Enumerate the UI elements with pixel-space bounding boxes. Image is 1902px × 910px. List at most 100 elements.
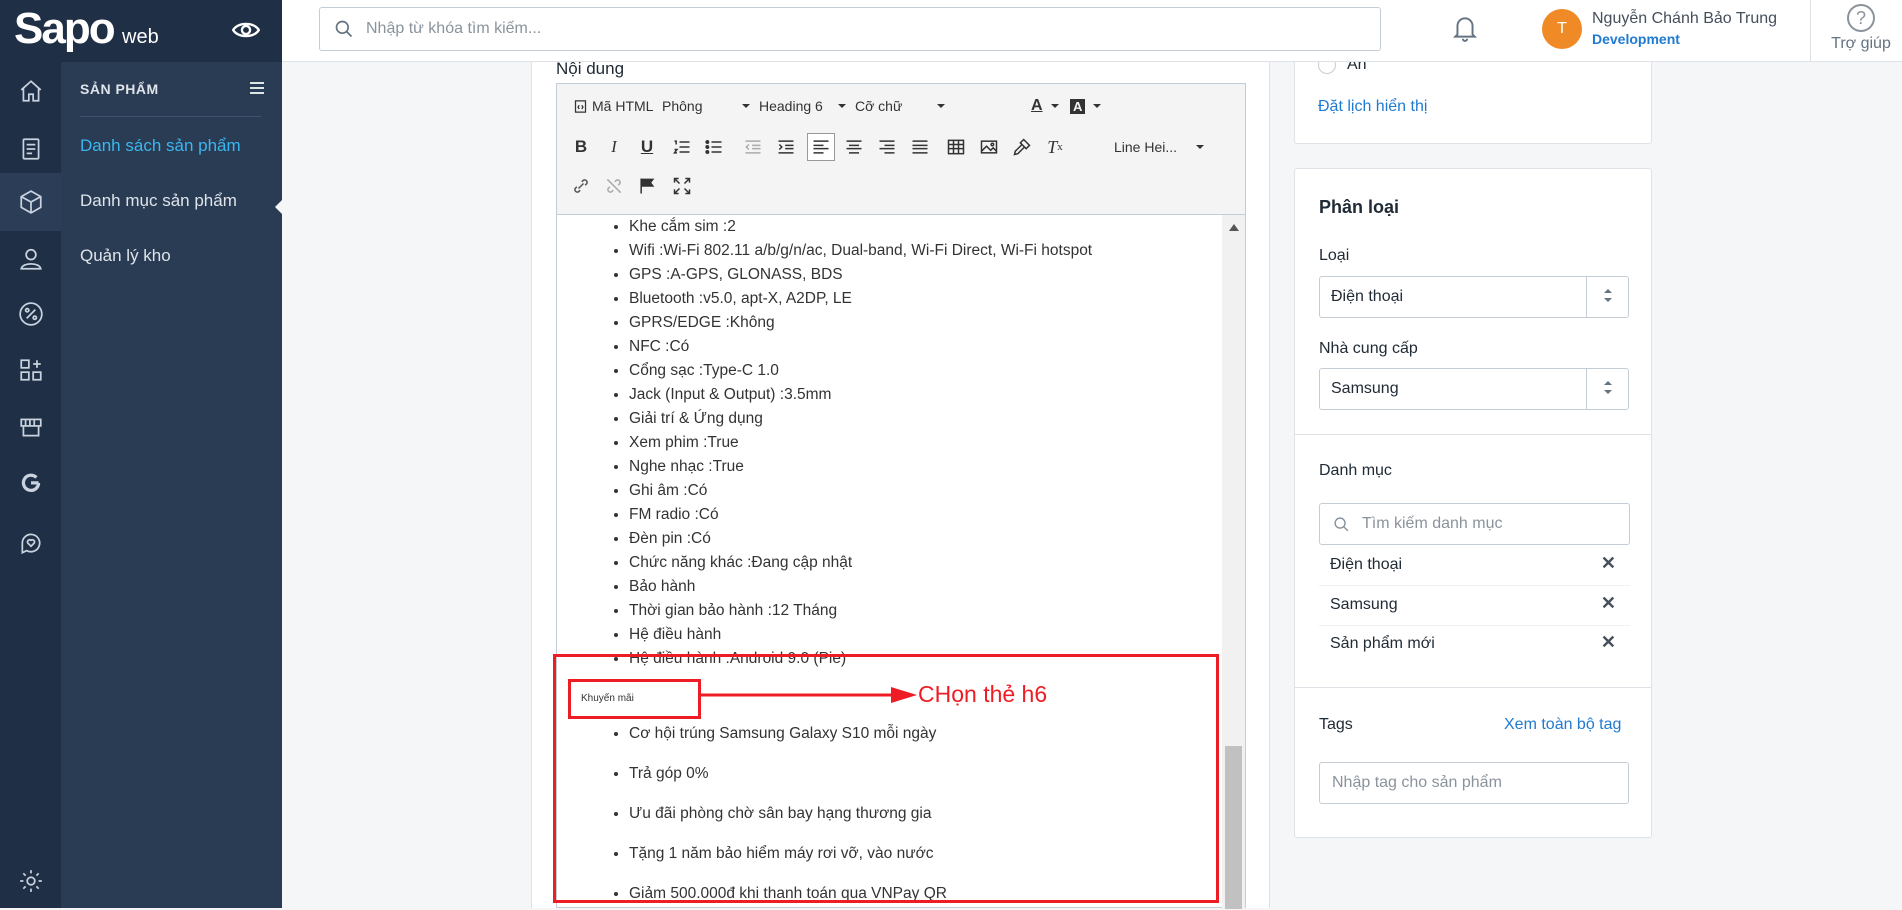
background-color-button[interactable]: A <box>1070 95 1101 117</box>
question-icon: ? <box>1847 4 1875 32</box>
tags-label: Tags <box>1319 716 1353 733</box>
font-family-dropdown[interactable]: Phông <box>662 95 750 117</box>
annotation-h6-box <box>568 679 701 719</box>
search-input[interactable] <box>366 16 1356 42</box>
bold-button[interactable]: B <box>567 133 595 161</box>
font-size-dropdown[interactable]: Cỡ chữ <box>855 95 945 117</box>
icon-rail <box>0 0 61 908</box>
help-button[interactable]: ? Trợ giúp <box>1826 4 1896 53</box>
underline-button[interactable]: U <box>633 133 661 161</box>
list-item: Thời gian bảo hành :12 Tháng <box>629 599 1092 623</box>
table-button[interactable] <box>942 133 970 161</box>
orders-icon[interactable] <box>0 120 61 178</box>
spec-list: Khe cắm sim :2 Wifi :Wi-Fi 802.11 a/b/g/… <box>629 215 1092 671</box>
list-item: Chức năng khác :Đang cập nhật <box>629 551 1092 575</box>
type-label: Loại <box>1319 247 1350 264</box>
user-icon[interactable] <box>0 230 61 288</box>
list-item: Giải trí & Ứng dụng <box>629 407 1092 431</box>
align-justify-button[interactable] <box>906 133 934 161</box>
close-icon[interactable]: ✕ <box>1601 553 1616 574</box>
list-item: Jack (Input & Output) :3.5mm <box>629 383 1092 407</box>
editor-scrollbar[interactable] <box>1222 215 1245 909</box>
list-item: Wifi :Wi-Fi 802.11 a/b/g/n/ac, Dual-band… <box>629 239 1092 263</box>
unlink-button[interactable] <box>600 172 628 200</box>
clear-format-button[interactable]: Tx <box>1041 133 1069 161</box>
bell-icon[interactable] <box>1452 14 1478 47</box>
settings-icon[interactable] <box>0 852 61 910</box>
box-icon[interactable] <box>0 173 61 231</box>
list-item: Hệ điều hành <box>629 623 1092 647</box>
ordered-list-button[interactable] <box>668 133 696 161</box>
sidebar-item-product-list[interactable]: Danh sách sản phẩm <box>80 136 241 156</box>
fullscreen-button[interactable] <box>668 172 696 200</box>
italic-button[interactable]: I <box>600 133 628 161</box>
list-item: GPRS/EDGE :Không <box>629 311 1092 335</box>
heading-dropdown[interactable]: Heading 6 <box>759 95 846 117</box>
view-all-tags-link[interactable]: Xem toàn bộ tag <box>1504 716 1621 734</box>
sidebar-item-inventory[interactable]: Quản lý kho <box>80 246 171 266</box>
google-icon[interactable] <box>0 455 61 513</box>
text-color-button[interactable]: A <box>1031 95 1059 117</box>
close-icon[interactable]: ✕ <box>1601 593 1616 614</box>
support-icon[interactable] <box>0 514 61 572</box>
list-item: Khe cắm sim :2 <box>629 215 1092 239</box>
scrollbar-thumb[interactable] <box>1225 746 1242 909</box>
schedule-link[interactable]: Đặt lịch hiển thị <box>1318 98 1427 116</box>
align-center-button[interactable] <box>840 133 868 161</box>
divider <box>1295 687 1651 688</box>
text-color-icon: A <box>1031 97 1043 114</box>
collection-chip: Samsung ✕ <box>1319 586 1630 626</box>
hamburger-icon[interactable] <box>250 82 264 97</box>
list-item: Xem phim :True <box>629 431 1092 455</box>
apps-icon[interactable] <box>0 341 61 399</box>
subnav-title: SẢN PHẨM <box>80 81 159 97</box>
global-search[interactable] <box>319 7 1381 51</box>
scroll-up-arrow[interactable] <box>1229 224 1239 231</box>
type-value: Điện thoại <box>1331 288 1404 305</box>
discount-icon[interactable] <box>0 285 61 343</box>
brand-suffix: web <box>122 26 159 48</box>
align-right-button[interactable] <box>873 133 901 161</box>
indent-button[interactable] <box>772 133 800 161</box>
collection-name: Samsung <box>1330 596 1398 613</box>
image-button[interactable] <box>975 133 1003 161</box>
store-icon[interactable] <box>0 398 61 456</box>
close-icon[interactable]: ✕ <box>1601 632 1616 653</box>
list-item: Bluetooth :v5.0, apt-X, A2DP, LE <box>629 287 1092 311</box>
eye-icon[interactable] <box>231 16 261 44</box>
font-size-value: Cỡ chữ <box>855 98 903 114</box>
collection-name: Sản phẩm mới <box>1330 635 1435 652</box>
bullet-list-button[interactable] <box>700 133 728 161</box>
align-left-button[interactable] <box>807 133 835 161</box>
outdent-button[interactable] <box>739 133 767 161</box>
list-item: Ghi âm :Có <box>629 479 1092 503</box>
help-label: Trợ giúp <box>1831 35 1891 52</box>
annotation-arrow <box>701 687 917 703</box>
html-code-button[interactable]: Mã HTML <box>573 95 653 117</box>
list-item: GPS :A-GPS, GLONASS, BDS <box>629 263 1092 287</box>
tag-input[interactable] <box>1319 762 1629 804</box>
avatar[interactable]: T <box>1542 9 1582 49</box>
search-icon <box>1334 517 1349 532</box>
format-painter-button[interactable] <box>1008 133 1036 161</box>
select-arrows-icon <box>1586 277 1628 317</box>
font-family-value: Phông <box>662 98 703 114</box>
collection-search-input[interactable] <box>1362 513 1612 535</box>
link-button[interactable] <box>567 172 595 200</box>
brand-name: Sapo <box>14 4 116 53</box>
highlight-icon: A <box>1070 98 1086 114</box>
list-item: Cổng sạc :Type-C 1.0 <box>629 359 1092 383</box>
logo[interactable]: Sapo web <box>0 0 282 62</box>
line-height-dropdown[interactable]: Line Hei... <box>1114 136 1204 158</box>
home-icon[interactable] <box>0 62 61 120</box>
list-item: NFC :Có <box>629 335 1092 359</box>
collection-search[interactable] <box>1319 503 1630 545</box>
type-select[interactable]: Điện thoại <box>1319 276 1629 318</box>
user-name[interactable]: Nguyễn Chánh Bảo Trung <box>1592 10 1777 28</box>
vendor-select[interactable]: Samsung <box>1319 368 1629 410</box>
anchor-flag-button[interactable] <box>633 172 661 200</box>
list-item: FM radio :Có <box>629 503 1092 527</box>
sidebar-item-product-categories[interactable]: Danh mục sản phẩm <box>80 191 237 211</box>
collection-chip: Điện thoại ✕ <box>1319 546 1630 586</box>
editor-toolbar: Mã HTML Phông Heading 6 Cỡ chữ A A B I U… <box>557 84 1245 215</box>
